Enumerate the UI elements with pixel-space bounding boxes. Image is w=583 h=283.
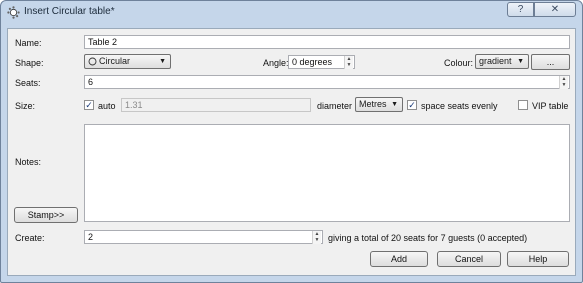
chevron-down-icon: ▼	[391, 101, 398, 108]
name-input[interactable]: Table 2	[84, 35, 570, 49]
auto-checkbox[interactable]: ✓	[84, 100, 94, 110]
seats-value: 6	[88, 77, 94, 87]
close-icon: ✕	[550, 4, 560, 15]
check-icon: ✓	[408, 100, 416, 110]
window-title: Insert Circular table*	[24, 6, 115, 17]
create-label: Create:	[15, 233, 45, 243]
dialog-client-area: Name: Table 2 Shape: Circular ▼ Angle: 0…	[7, 28, 576, 276]
notes-label: Notes:	[15, 157, 42, 167]
name-value: Table 2	[88, 37, 118, 47]
spin-down-icon: ▼	[346, 62, 352, 68]
shape-select[interactable]: Circular ▼	[84, 54, 171, 69]
add-button[interactable]: Add	[370, 251, 428, 267]
help-title-button[interactable]: ?	[507, 2, 534, 17]
auto-label: auto	[98, 101, 116, 111]
help-label: Help	[528, 254, 548, 264]
colour-label: Colour:	[444, 58, 474, 68]
unit-select[interactable]: Metres ▼	[355, 97, 403, 112]
colour-more-label: ...	[546, 57, 555, 67]
size-value: 1.31	[125, 100, 143, 110]
circular-shape-icon	[88, 57, 97, 66]
circular-table-icon	[7, 6, 20, 19]
shape-value: Circular	[99, 56, 131, 66]
angle-label: Angle:	[263, 58, 289, 68]
colour-value: gradient	[479, 56, 512, 66]
stamp-label: Stamp>>	[27, 210, 65, 220]
close-title-button[interactable]: ✕	[534, 2, 576, 17]
create-input[interactable]: 2 ▲ ▼	[84, 230, 323, 244]
dialog-window: Insert Circular table* ? ✕ Name: Table 2…	[0, 0, 583, 283]
check-icon: ✓	[85, 100, 93, 110]
seats-spinner[interactable]: ▲ ▼	[559, 76, 568, 89]
create-value: 2	[88, 232, 94, 242]
title-bar[interactable]: Insert Circular table* ? ✕	[1, 1, 582, 23]
space-evenly-checkbox[interactable]: ✓	[407, 100, 417, 110]
help-button[interactable]: Help	[507, 251, 569, 267]
colour-select[interactable]: gradient ▼	[475, 54, 529, 69]
angle-spinner[interactable]: ▲ ▼	[344, 56, 353, 69]
shape-label: Shape:	[15, 58, 44, 68]
space-evenly-label: space seats evenly	[421, 101, 498, 111]
cancel-label: Cancel	[454, 254, 483, 264]
seats-input[interactable]: 6 ▲ ▼	[84, 75, 570, 89]
name-label: Name:	[15, 38, 42, 48]
summary-text: giving a total of 20 seats for 7 guests …	[328, 233, 528, 243]
create-spinner[interactable]: ▲ ▼	[312, 231, 321, 244]
spin-down-icon: ▼	[561, 82, 567, 88]
cancel-button[interactable]: Cancel	[437, 251, 501, 267]
add-label: Add	[390, 254, 407, 264]
stamp-button[interactable]: Stamp>>	[14, 207, 78, 223]
vip-label: VIP table	[532, 101, 569, 111]
size-input[interactable]: 1.31	[121, 98, 311, 112]
colour-more-button[interactable]: ...	[531, 54, 570, 70]
vip-checkbox[interactable]	[518, 100, 528, 110]
seats-label: Seats:	[15, 78, 41, 88]
angle-value: 0 degrees	[292, 57, 333, 67]
spin-down-icon: ▼	[314, 237, 320, 243]
chevron-down-icon: ▼	[517, 58, 524, 65]
chevron-down-icon: ▼	[159, 58, 166, 65]
help-icon: ?	[517, 4, 524, 15]
notes-textarea[interactable]	[84, 124, 570, 222]
diameter-label: diameter	[317, 101, 353, 111]
unit-value: Metres	[359, 99, 387, 109]
size-label: Size:	[15, 101, 36, 111]
angle-input[interactable]: 0 degrees ▲ ▼	[288, 55, 355, 69]
